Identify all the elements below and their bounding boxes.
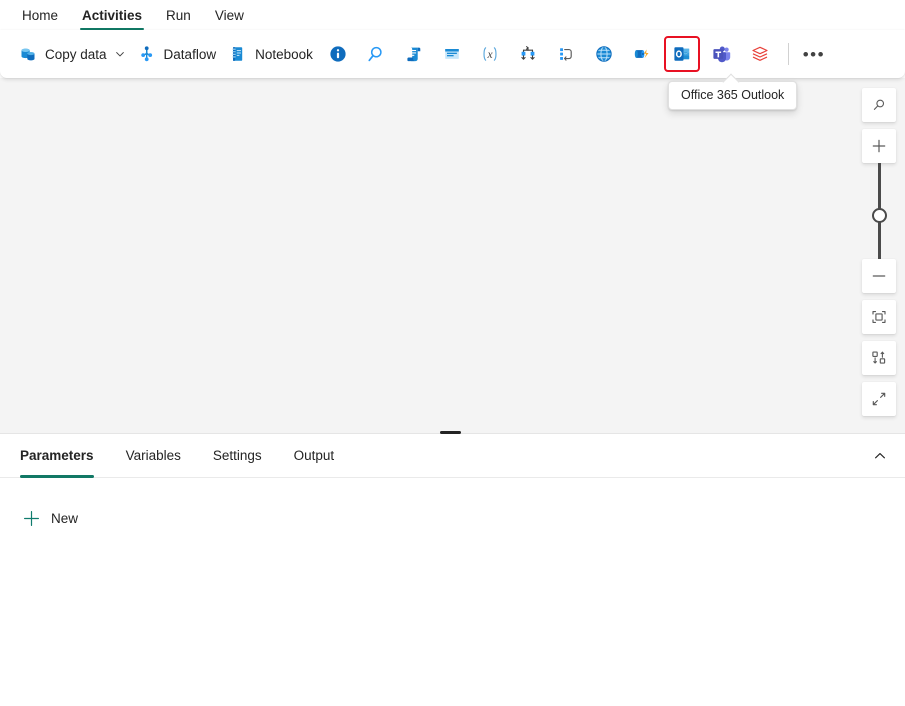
tooltip-office-365-outlook: Office 365 Outlook bbox=[668, 81, 797, 110]
dataflow-button[interactable]: Dataflow bbox=[131, 38, 223, 70]
ribbon-tab-label: Home bbox=[22, 8, 58, 23]
pipeline-canvas[interactable] bbox=[0, 78, 905, 433]
chevron-up-icon bbox=[873, 449, 887, 463]
tooltip-text: Office 365 Outlook bbox=[681, 88, 784, 102]
teams-icon bbox=[712, 44, 732, 64]
properties-panel: Parameters Variables Settings Output bbox=[0, 433, 905, 706]
ribbon-tab-label: Activities bbox=[82, 8, 142, 23]
switch-icon bbox=[556, 44, 576, 64]
zoom-slider-thumb[interactable] bbox=[872, 208, 887, 223]
set-variable-button[interactable]: x bbox=[474, 38, 506, 70]
ribbon-tab-label: Run bbox=[166, 8, 191, 23]
properties-tab-bar: Parameters Variables Settings Output bbox=[0, 434, 905, 478]
ribbon-tab-run[interactable]: Run bbox=[154, 0, 203, 30]
zoom-slider[interactable] bbox=[862, 163, 896, 259]
tab-label: Settings bbox=[213, 448, 262, 463]
zoom-out-button[interactable] bbox=[862, 259, 896, 293]
fit-to-screen-button[interactable] bbox=[862, 300, 896, 334]
collapse-panel-button[interactable] bbox=[867, 443, 893, 469]
svg-text:x: x bbox=[486, 49, 493, 61]
pipeline-editor: Home Activities Run View bbox=[0, 0, 905, 706]
ribbon-tab-bar: Home Activities Run View bbox=[0, 0, 905, 30]
splitter-handle[interactable] bbox=[440, 431, 461, 434]
canvas-zoom-controls bbox=[862, 88, 896, 416]
copy-data-button[interactable]: Copy data bbox=[12, 38, 131, 70]
teams-button[interactable] bbox=[706, 38, 738, 70]
stored-procedure-button[interactable] bbox=[436, 38, 468, 70]
ribbon-tab-home[interactable]: Home bbox=[10, 0, 70, 30]
zoom-out-icon bbox=[870, 267, 888, 285]
ribbon-tab-activities[interactable]: Activities bbox=[70, 0, 154, 30]
script-icon bbox=[404, 44, 424, 64]
zoom-in-icon bbox=[870, 137, 888, 155]
webhook-button[interactable] bbox=[626, 38, 658, 70]
get-metadata-button[interactable] bbox=[322, 38, 354, 70]
notebook-label: Notebook bbox=[255, 47, 313, 62]
office-365-outlook-icon bbox=[672, 44, 692, 64]
collapse-all-icon bbox=[870, 390, 888, 408]
toolbar-divider bbox=[788, 43, 789, 65]
collapse-all-button[interactable] bbox=[862, 382, 896, 416]
activities-toolbar: Copy data Dataflow bbox=[0, 30, 905, 78]
tab-label: Output bbox=[294, 448, 335, 463]
tab-settings[interactable]: Settings bbox=[202, 434, 273, 478]
tab-label: Parameters bbox=[20, 448, 94, 463]
ribbon-tab-view[interactable]: View bbox=[203, 0, 256, 30]
zoom-to-search-button[interactable] bbox=[862, 88, 896, 122]
foreach-icon bbox=[518, 44, 538, 64]
office-365-outlook-button[interactable] bbox=[664, 36, 700, 72]
auto-align-icon bbox=[870, 349, 888, 367]
switch-button[interactable] bbox=[550, 38, 582, 70]
tab-label: Variables bbox=[126, 448, 181, 463]
zoom-search-icon bbox=[871, 97, 887, 113]
foreach-button[interactable] bbox=[512, 38, 544, 70]
tab-variables[interactable]: Variables bbox=[115, 434, 192, 478]
web-button[interactable] bbox=[588, 38, 620, 70]
fit-to-screen-icon bbox=[870, 308, 888, 326]
chevron-down-icon bbox=[115, 49, 125, 59]
auto-align-button[interactable] bbox=[862, 341, 896, 375]
lookup-button[interactable] bbox=[360, 38, 392, 70]
parameters-panel-body: New bbox=[0, 478, 905, 706]
notebook-button[interactable]: Notebook bbox=[222, 38, 319, 70]
lookup-icon bbox=[365, 44, 386, 65]
new-parameter-label: New bbox=[51, 511, 78, 526]
web-icon bbox=[594, 44, 614, 64]
more-options-icon[interactable]: ••• bbox=[798, 38, 830, 70]
zoom-in-button[interactable] bbox=[862, 129, 896, 163]
copy-data-icon bbox=[18, 44, 38, 64]
databricks-icon bbox=[750, 44, 770, 64]
new-parameter-button[interactable]: New bbox=[20, 504, 84, 532]
panel-resize-splitter[interactable] bbox=[0, 430, 905, 436]
plus-icon bbox=[22, 509, 41, 528]
notebook-icon bbox=[228, 44, 248, 64]
databricks-button[interactable] bbox=[744, 38, 776, 70]
get-metadata-icon bbox=[328, 44, 348, 64]
copy-data-label: Copy data bbox=[45, 47, 107, 62]
stored-procedure-icon bbox=[442, 44, 462, 64]
set-variable-icon: x bbox=[478, 44, 502, 64]
dataflow-label: Dataflow bbox=[164, 47, 217, 62]
tab-output[interactable]: Output bbox=[283, 434, 346, 478]
script-button[interactable] bbox=[398, 38, 430, 70]
tab-parameters[interactable]: Parameters bbox=[18, 434, 105, 478]
webhook-icon bbox=[632, 44, 652, 64]
ribbon-tab-label: View bbox=[215, 8, 244, 23]
dataflow-icon bbox=[137, 44, 157, 64]
